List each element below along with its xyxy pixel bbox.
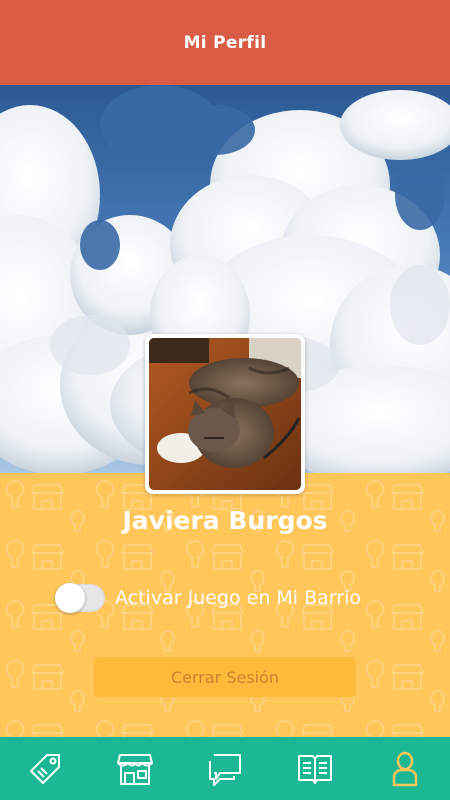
tab-profile[interactable]	[360, 737, 450, 800]
toggle-knob[interactable]	[55, 583, 85, 613]
tab-bar	[0, 737, 450, 800]
tab-stores[interactable]	[90, 737, 180, 800]
chat-icon	[209, 753, 241, 786]
app-header: Mi Perfil	[0, 0, 450, 85]
avatar-photo	[149, 338, 301, 490]
tab-catalog[interactable]	[270, 737, 360, 800]
game-toggle[interactable]	[55, 583, 105, 613]
user-name: Javiera Burgos	[122, 506, 328, 535]
logout-button[interactable]: Cerrar Sesión	[94, 657, 356, 697]
tab-offers[interactable]	[0, 737, 90, 800]
user-icon	[392, 751, 418, 786]
toggle-label: Activar Juego en Mi Barrio	[115, 587, 361, 609]
tag-icon	[30, 753, 60, 784]
book-icon	[298, 754, 332, 784]
page-title: Mi Perfil	[183, 32, 267, 53]
tab-messages[interactable]	[180, 737, 270, 800]
game-toggle-row[interactable]: Activar Juego en Mi Barrio	[55, 583, 361, 613]
avatar[interactable]	[145, 334, 305, 494]
store-icon	[117, 753, 153, 785]
